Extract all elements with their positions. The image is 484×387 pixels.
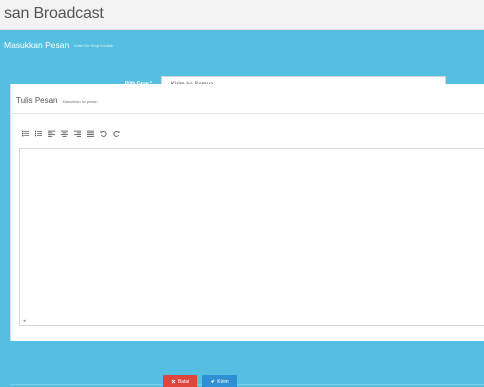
resize-handle-icon[interactable]: ◂ [23, 318, 26, 324]
cancel-button[interactable]: Batal [163, 375, 197, 387]
page-header: san Broadcast [0, 0, 484, 30]
align-left-button[interactable] [45, 127, 58, 139]
unordered-list-icon [22, 130, 29, 136]
align-left-icon [48, 130, 55, 137]
redo-button[interactable] [110, 127, 123, 139]
send-button-label: Kirim [217, 378, 229, 385]
panel-title: Masukkan Pesan [4, 40, 70, 50]
ordered-list-icon [35, 130, 42, 136]
cancel-button-label: Batal [177, 378, 190, 385]
message-textarea[interactable]: ◂ [19, 148, 484, 326]
footer-divider [10, 384, 484, 385]
editor-subtitle: Masukkan isi pesan [62, 99, 98, 104]
align-right-button[interactable] [71, 127, 84, 139]
align-right-icon [74, 130, 81, 137]
panel-header: Masukkan Pesan Kirim Ke Grup Kontak [0, 30, 484, 60]
justify-icon [87, 130, 94, 137]
justify-button[interactable] [84, 127, 97, 139]
unordered-list-button[interactable] [19, 127, 32, 139]
editor-toolbar [19, 127, 123, 139]
undo-button[interactable] [97, 127, 110, 139]
editor-title: Tulis Pesan [16, 96, 58, 105]
ordered-list-button[interactable] [32, 127, 45, 139]
redo-icon [113, 130, 120, 137]
message-editor-card: Tulis Pesan Masukkan isi pesan ◂ [10, 84, 484, 341]
align-center-button[interactable] [58, 127, 71, 139]
page-title: san Broadcast [4, 5, 104, 22]
panel-subtitle: Kirim Ke Grup Kontak [74, 42, 113, 48]
align-center-icon [61, 130, 68, 137]
send-button[interactable]: Kirim [202, 375, 237, 387]
editor-header: Tulis Pesan Masukkan isi pesan [11, 84, 484, 114]
send-icon [210, 379, 215, 384]
close-icon [171, 379, 176, 384]
undo-icon [100, 130, 107, 137]
